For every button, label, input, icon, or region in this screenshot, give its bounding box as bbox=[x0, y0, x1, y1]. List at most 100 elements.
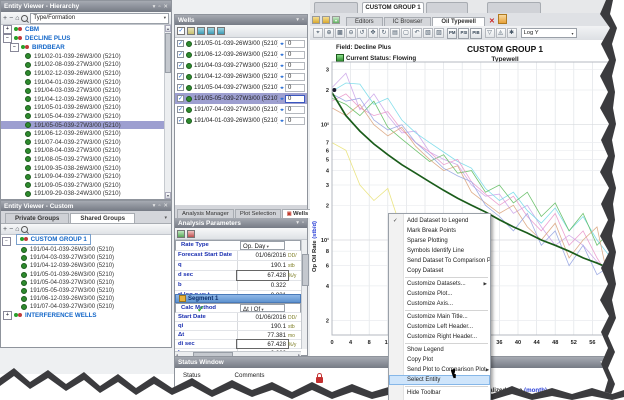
menu-item[interactable]: Copy Plot bbox=[389, 355, 490, 365]
param-value-field[interactable]: Op. Day bbox=[240, 241, 285, 250]
menu-item[interactable]: Customize Plot... bbox=[389, 289, 490, 299]
well-count-field[interactable]: 0 bbox=[285, 95, 305, 103]
wells-view-icon-1[interactable] bbox=[197, 27, 205, 35]
tree-well-item[interactable]: 191/09-35-038-26W3/00 (5210) bbox=[1, 164, 164, 173]
menu-item[interactable] bbox=[405, 386, 488, 387]
tree-well-item[interactable]: 191/06-12-039-26W3/00 (5210) bbox=[1, 129, 164, 138]
tree-well-item[interactable]: 191/02-01-039-26W3/00 (5210) bbox=[1, 52, 164, 61]
menu-item[interactable]: Mark Break Points bbox=[389, 226, 490, 236]
tree-well-item[interactable]: 191/04-03-039-27W3/00 (5210) bbox=[1, 86, 164, 95]
preset-button[interactable]: PSI bbox=[458, 28, 469, 39]
toolbar-icon[interactable]: ⊕ bbox=[324, 28, 334, 38]
panel-caret-icon[interactable]: ▾ bbox=[153, 4, 156, 10]
menu-item[interactable]: Hide Toolbar bbox=[389, 388, 490, 398]
tree-well-item[interactable]: 191/05-04-039-27W3/00 (5210) bbox=[1, 279, 171, 287]
search-icon[interactable] bbox=[21, 226, 28, 233]
param-value-field[interactable]: 01/06/2016 bbox=[237, 313, 288, 321]
param-row[interactable]: q 190.1 stb bbox=[175, 261, 301, 271]
checkbox-checked-icon[interactable]: ✓ bbox=[177, 62, 184, 69]
green-caret-icon[interactable]: ▾ bbox=[332, 16, 340, 24]
menu-item[interactable] bbox=[405, 343, 488, 344]
tree-well-item[interactable]: 191/07-04-039-27W3/00 (5210) bbox=[1, 303, 171, 311]
param-row[interactable]: qi 190.1 stb bbox=[175, 322, 301, 331]
param-value-field[interactable]: 0.322 bbox=[237, 281, 288, 290]
param-value-field[interactable]: 67.428 bbox=[237, 271, 288, 280]
menu-item[interactable]: Send Plot to Comparison Plot ▶ bbox=[389, 365, 490, 375]
well-count-field[interactable]: 0 bbox=[285, 62, 305, 70]
preset-button[interactable]: PM bbox=[447, 28, 457, 39]
panel-caret-icon[interactable]: ▾ bbox=[296, 220, 299, 226]
preset-button[interactable]: PIB bbox=[470, 28, 481, 39]
tree-well-item[interactable]: 191/09-05-039-27W3/00 (5210) bbox=[1, 181, 164, 190]
chevron-down-icon[interactable]: ▾ bbox=[164, 215, 167, 223]
custom-group-box[interactable]: CUSTOM GROUP 1 bbox=[16, 234, 91, 245]
menu-item[interactable] bbox=[405, 310, 488, 311]
tree-group-birdbear[interactable]: − BIRDBEAR bbox=[1, 43, 164, 52]
wells-view-icon-2[interactable] bbox=[207, 27, 215, 35]
panel-caret-icon[interactable]: ▾ bbox=[153, 203, 156, 209]
tree-well-item[interactable]: 191/09-29-038-24W3/00 (5210) bbox=[1, 190, 164, 199]
well-count-field[interactable]: 0 bbox=[285, 73, 305, 81]
doc-tab[interactable]: Oil Typewell bbox=[432, 17, 485, 26]
toolbar-icon[interactable]: ▤ bbox=[390, 28, 400, 38]
dataset-nav-icons[interactable]: ◂▸ bbox=[280, 41, 283, 47]
panel-close-icon[interactable]: ✕ bbox=[163, 203, 168, 209]
menu-item[interactable]: Copy Dataset bbox=[389, 266, 490, 276]
param-row[interactable]: b 0.322 bbox=[175, 281, 301, 291]
expand-icon[interactable]: + bbox=[3, 311, 12, 320]
checkbox-checked-icon[interactable]: ✓ bbox=[177, 73, 184, 80]
delete-analysis-icon[interactable] bbox=[187, 230, 195, 238]
toolbar-icon[interactable]: ✥ bbox=[368, 28, 378, 38]
param-row[interactable]: Calc Method Δt | Qf bbox=[175, 303, 301, 313]
well-row[interactable]: ✓ 191/05-05-039-27W3/00 (5210) ◂▸ 0 bbox=[175, 93, 307, 104]
tree-well-item[interactable]: 191/04-01-039-26W3/00 (5210) bbox=[1, 246, 171, 254]
hierarchy-filter-select[interactable]: Type/Formation ▾ bbox=[30, 13, 169, 24]
favorite-icon-1[interactable] bbox=[312, 16, 320, 24]
well-count-field[interactable]: 0 bbox=[285, 40, 305, 48]
tree-well-item[interactable]: 191/05-05-039-27W3/00 (5210) bbox=[1, 121, 164, 130]
tree-well-item[interactable]: 191/10-04-039-27W3/00 (5210) bbox=[1, 198, 164, 199]
menu-item[interactable]: Customize Axis... bbox=[389, 299, 490, 309]
panel-pin-icon[interactable]: ▫ bbox=[158, 203, 160, 209]
well-count-field[interactable]: 0 bbox=[285, 51, 305, 59]
middle-tab[interactable]: Plot Selection bbox=[235, 209, 281, 218]
well-row[interactable]: ✓ 191/04-12-039-26W3/00 (5210) ◂▸ 0 bbox=[175, 71, 307, 82]
panel-pin-icon[interactable]: ▫ bbox=[302, 17, 304, 23]
param-value-field[interactable]: 190.1 bbox=[237, 322, 288, 330]
toolbar-icon[interactable]: ▩ bbox=[335, 28, 345, 38]
tree-group-decline-plus[interactable]: − DECLINE PLUS bbox=[1, 34, 164, 43]
toolbar-icon[interactable]: ▽ bbox=[485, 28, 495, 38]
well-count-field[interactable]: 0 bbox=[285, 117, 305, 125]
custom-group-row[interactable]: − CUSTOM GROUP 1 bbox=[1, 234, 171, 246]
toolbar-icon[interactable]: ↻ bbox=[379, 28, 389, 38]
tree-well-item[interactable]: 191/05-01-039-26W3/00 (5210) bbox=[1, 104, 164, 113]
scroll-up-icon[interactable]: ▲ bbox=[165, 25, 171, 32]
menu-item[interactable]: ✓ Add Dataset to Legend bbox=[389, 216, 490, 226]
scroll-thumb[interactable] bbox=[165, 33, 171, 73]
well-row[interactable]: ✓ 191/04-03-039-27W3/00 (5210) ◂▸ 0 bbox=[175, 60, 307, 71]
tree-well-item[interactable]: 191/04-01-039-26W3/00 (5210) bbox=[1, 78, 164, 87]
toolbar-icon[interactable]: ▨ bbox=[434, 28, 444, 38]
checkbox-checked-icon[interactable]: ✓ bbox=[177, 117, 184, 124]
tree-well-item[interactable]: 191/02-12-039-26W3/00 (5210) bbox=[1, 69, 164, 78]
menu-item[interactable] bbox=[405, 277, 488, 278]
param-value-field[interactable]: 190.1 bbox=[237, 261, 288, 270]
checkbox-checked-icon[interactable]: ✓ bbox=[177, 106, 184, 113]
menu-item[interactable]: Customize Main Title... bbox=[389, 312, 490, 322]
panel-caret-icon[interactable]: ▾ bbox=[296, 17, 299, 23]
check-all-icon[interactable]: ✓ bbox=[177, 27, 185, 35]
tree-group-cbm[interactable]: + CBM bbox=[1, 25, 164, 34]
param-row[interactable]: Δt 77.381 mo bbox=[175, 331, 301, 340]
favorite-icon-2[interactable] bbox=[322, 16, 330, 24]
param-row[interactable]: Start Date 01/06/2016 DD/ bbox=[175, 313, 301, 322]
panel-pin-icon[interactable]: ▫ bbox=[158, 4, 160, 10]
params-scrollbar[interactable] bbox=[301, 240, 307, 349]
menu-item[interactable]: Customize Left Header... bbox=[389, 322, 490, 332]
middle-tab[interactable]: Analysis Manager bbox=[177, 209, 234, 218]
menu-item[interactable]: Symbols Identify Line bbox=[389, 246, 490, 256]
doc-tab[interactable]: IC Browser bbox=[384, 17, 432, 26]
tree-well-item[interactable]: 191/07-04-039-27W3/00 (5210) bbox=[1, 138, 164, 147]
checkbox-checked-icon[interactable]: ✓ bbox=[177, 51, 184, 58]
remove-icon[interactable]: − bbox=[9, 226, 13, 233]
tree-well-item[interactable]: 191/08-05-039-27W3/00 (5210) bbox=[1, 155, 164, 164]
